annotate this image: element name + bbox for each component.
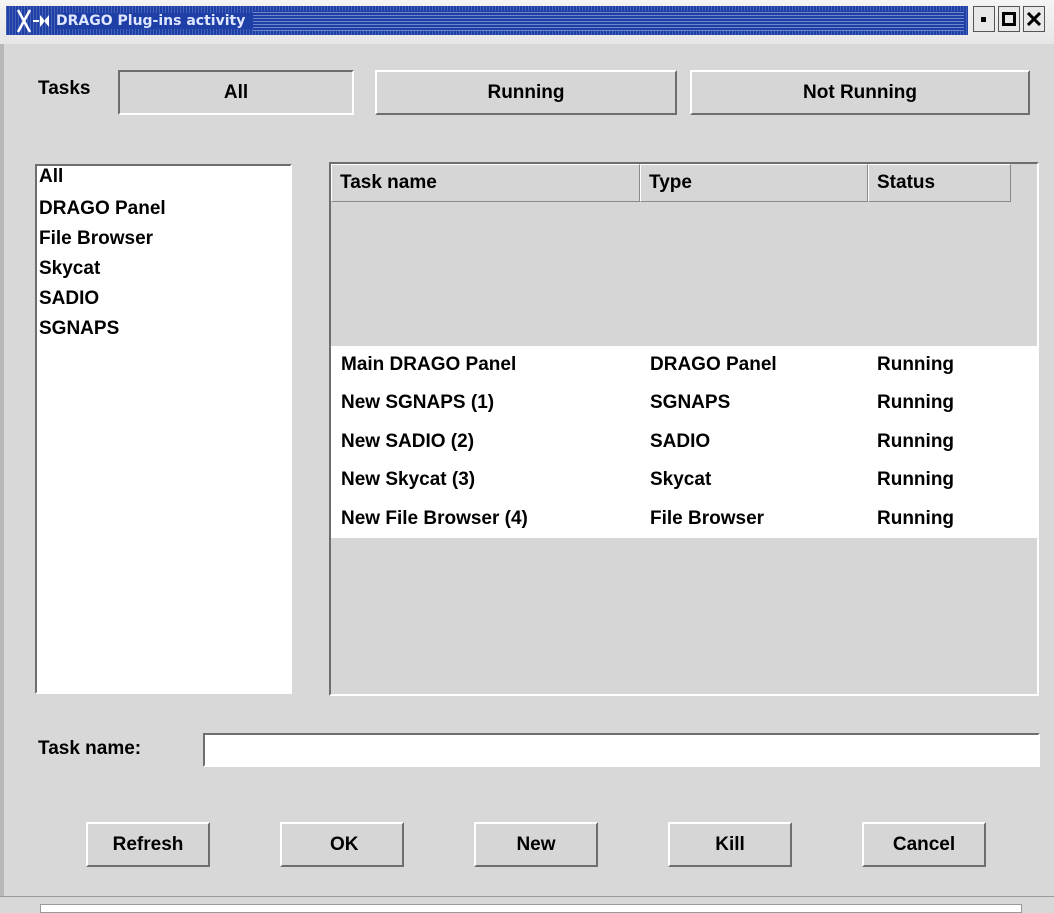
- plugin-list[interactable]: All DRAGO Panel File Browser Skycat SADI…: [35, 164, 292, 694]
- filter-all-label: All: [223, 81, 249, 103]
- cell-task-name: New Skycat (3): [341, 469, 476, 491]
- task-name-input[interactable]: [203, 733, 1040, 767]
- x-window-icon[interactable]: [16, 8, 50, 34]
- refresh-button-label: Refresh: [112, 833, 184, 855]
- cell-type: Skycat: [650, 469, 712, 491]
- cell-type: File Browser: [650, 507, 765, 529]
- ok-button-label: OK: [330, 833, 359, 855]
- plugin-list-item-drago-panel[interactable]: DRAGO Panel: [37, 194, 290, 224]
- table-row[interactable]: New File Browser (4) File Browser Runnin…: [331, 500, 1037, 538]
- table-row[interactable]: New Skycat (3) Skycat Running: [331, 461, 1037, 499]
- ok-button[interactable]: OK: [280, 822, 404, 867]
- column-header-task-name[interactable]: Task name: [331, 164, 640, 202]
- table-row[interactable]: New SADIO (2) SADIO Running: [331, 423, 1037, 461]
- cell-task-name: New SADIO (2): [341, 430, 475, 452]
- table-row[interactable]: Main DRAGO Panel DRAGO Panel Running: [331, 346, 1037, 384]
- tasks-table[interactable]: Task name Type Status Main DRAGO Panel D…: [329, 162, 1039, 696]
- refresh-button[interactable]: Refresh: [86, 822, 210, 867]
- plugin-list-item-sadio[interactable]: SADIO: [37, 284, 290, 314]
- kill-button-label: Kill: [715, 833, 745, 855]
- close-button[interactable]: [1023, 6, 1045, 32]
- cancel-button[interactable]: Cancel: [862, 822, 986, 867]
- column-header-type[interactable]: Type: [640, 164, 868, 202]
- table-row[interactable]: New SGNAPS (1) SGNAPS Running: [331, 384, 1037, 422]
- filter-running-label: Running: [487, 81, 565, 103]
- close-icon: [1027, 12, 1041, 26]
- new-button-label: New: [516, 833, 556, 855]
- cell-status: Running: [877, 430, 955, 452]
- filter-running-button[interactable]: Running: [375, 70, 677, 115]
- cell-status: Running: [877, 354, 955, 375]
- plugin-list-item-all[interactable]: All: [37, 166, 290, 194]
- new-button[interactable]: New: [474, 822, 598, 867]
- filter-not-running-button[interactable]: Not Running: [690, 70, 1030, 115]
- cell-status: Running: [877, 507, 955, 529]
- task-name-label: Task name:: [38, 738, 142, 759]
- title-bar-active[interactable]: DRAGO Plug-ins activity: [6, 6, 968, 35]
- cell-type: SADIO: [650, 430, 711, 452]
- minimize-icon: [981, 17, 986, 22]
- window-resize-edge[interactable]: [40, 904, 1022, 913]
- table-header: Task name Type Status: [331, 164, 1037, 202]
- kill-button[interactable]: Kill: [668, 822, 792, 867]
- title-bar[interactable]: DRAGO Plug-ins activity: [0, 0, 1054, 44]
- cell-task-name: New SGNAPS (1): [341, 392, 495, 414]
- column-header-status[interactable]: Status: [868, 164, 1011, 202]
- cell-task-name: Main DRAGO Panel: [341, 354, 517, 375]
- cell-status: Running: [877, 469, 955, 491]
- cell-type: SGNAPS: [650, 392, 731, 414]
- maximize-icon: [1002, 12, 1016, 26]
- tasks-label: Tasks: [38, 78, 91, 99]
- filter-all-button[interactable]: All: [118, 70, 354, 115]
- cell-task-name: New File Browser (4): [341, 507, 528, 529]
- cell-status: Running: [877, 392, 955, 414]
- cell-type: DRAGO Panel: [650, 354, 777, 375]
- cancel-button-label: Cancel: [892, 833, 956, 855]
- filter-not-running-label: Not Running: [803, 81, 917, 103]
- minimize-button[interactable]: [973, 6, 995, 32]
- title-bar-fill: [253, 10, 964, 31]
- plugin-list-item-sgnaps[interactable]: SGNAPS: [37, 314, 290, 344]
- plugin-list-item-skycat[interactable]: Skycat: [37, 254, 290, 284]
- plugin-list-item-file-browser[interactable]: File Browser: [37, 224, 290, 254]
- window-title: DRAGO Plug-ins activity: [56, 12, 254, 29]
- window-frame-left: [0, 44, 4, 911]
- table-rows: Main DRAGO Panel DRAGO Panel Running New…: [331, 346, 1037, 538]
- maximize-button[interactable]: [998, 6, 1020, 32]
